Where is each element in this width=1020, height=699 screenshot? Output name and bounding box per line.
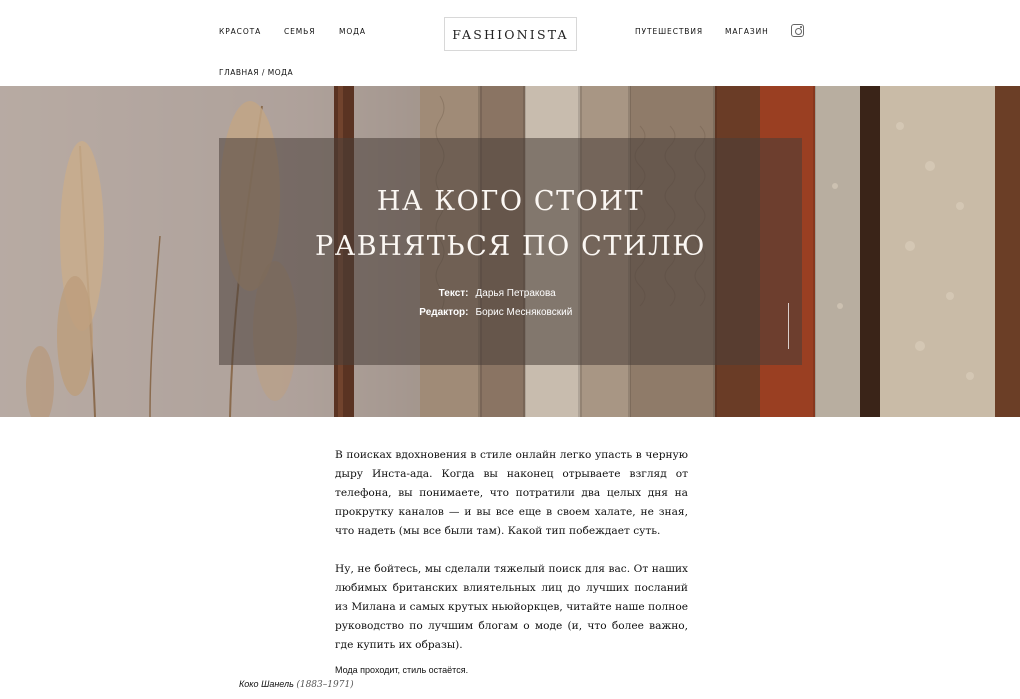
hero-title: НА КОГО СТОИТ РАВНЯТЬСЯ ПО СТИЛЮ bbox=[219, 179, 802, 269]
breadcrumb: ГЛАВНАЯ / МОДА bbox=[219, 68, 293, 77]
author-name[interactable]: Дарья Петракова bbox=[476, 288, 606, 307]
hero-title-line2: РАВНЯТЬСЯ ПО СТИЛЮ bbox=[314, 231, 707, 262]
nav-link-beauty[interactable]: КРАСОТА bbox=[219, 27, 261, 36]
quote-author: Коко Шанель (1883–1971) bbox=[239, 679, 354, 690]
article-paragraph-1: В поисках вдохновения в стиле онлайн лег… bbox=[335, 449, 688, 537]
nav-link-fashion[interactable]: МОДА bbox=[339, 27, 366, 36]
article-credits: Текст: Дарья Петракова Редактор: Борис М… bbox=[219, 288, 802, 326]
author-credit: Текст: Дарья Петракова bbox=[219, 288, 802, 307]
instagram-icon[interactable] bbox=[791, 24, 804, 37]
nav-link-family[interactable]: СЕМЬЯ bbox=[284, 27, 315, 36]
quote-author-name: Коко Шанель bbox=[239, 679, 294, 689]
nav-link-shop[interactable]: МАГАЗИН bbox=[725, 27, 769, 36]
article-quote: Мода проходит, стиль остаётся. bbox=[335, 665, 469, 675]
breadcrumb-home[interactable]: ГЛАВНАЯ bbox=[219, 68, 259, 77]
breadcrumb-separator: / bbox=[258, 68, 268, 77]
breadcrumb-current[interactable]: МОДА bbox=[268, 68, 293, 77]
editor-credit: Редактор: Борис Месняковский bbox=[219, 307, 802, 326]
author-label: Текст: bbox=[438, 288, 469, 299]
hero-divider-line bbox=[788, 303, 789, 349]
site-logo[interactable]: FASHIONISTA bbox=[444, 17, 577, 51]
article-body: В поисках вдохновения в стиле онлайн лег… bbox=[335, 446, 688, 674]
editor-label: Редактор: bbox=[419, 307, 469, 318]
nav-link-travel[interactable]: ПУТЕШЕСТВИЯ bbox=[635, 27, 703, 36]
hero-title-line1: НА КОГО СТОИТ bbox=[376, 186, 645, 217]
article-paragraph-2: Ну, не бойтесь, мы сделали тяжелый поиск… bbox=[335, 563, 688, 651]
quote-author-years: (1883–1971) bbox=[296, 680, 354, 690]
editor-name[interactable]: Борис Месняковский bbox=[476, 307, 606, 326]
